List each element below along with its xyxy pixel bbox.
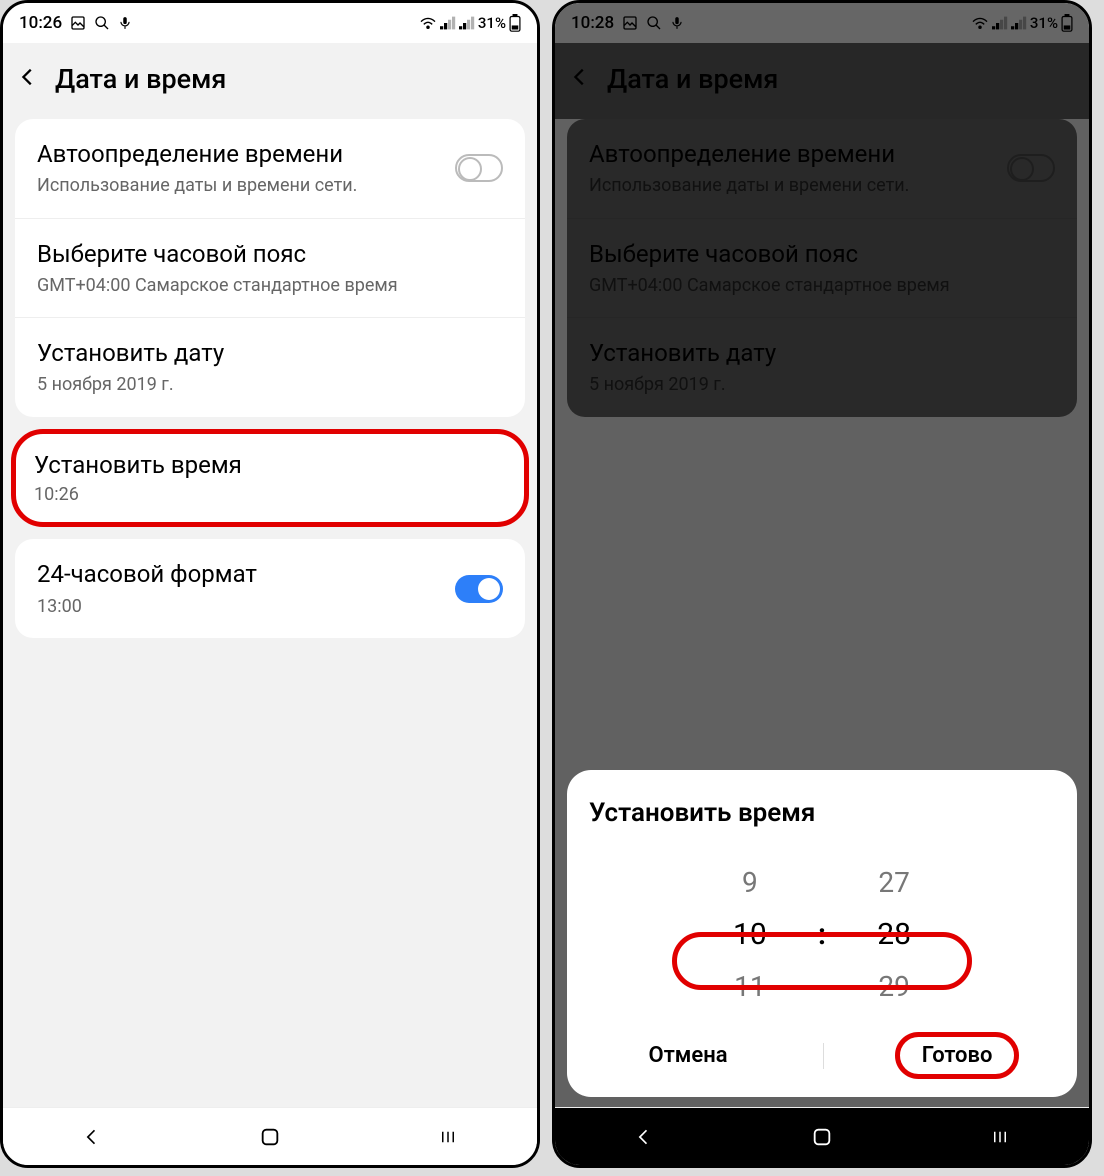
back-icon[interactable] xyxy=(17,66,39,92)
nav-back[interactable] xyxy=(72,1127,112,1147)
phone-left: 10:26 31% Дата и время Автоопределение в… xyxy=(0,0,540,1168)
time-separator: : xyxy=(810,917,834,952)
set-date-row: Установить дату 5 ноября 2019 г. xyxy=(567,318,1077,417)
page-title: Дата и время xyxy=(607,63,778,95)
minute-column[interactable]: 27 28 29 xyxy=(834,856,954,1012)
status-time: 10:26 xyxy=(19,13,62,33)
battery-percent: 31% xyxy=(478,14,506,32)
settings-card-2: 24-часовой формат 13:00 xyxy=(15,539,525,638)
timezone-title: Выберите часовой пояс xyxy=(589,239,1055,270)
format-toggle[interactable] xyxy=(455,575,503,603)
nav-recent[interactable] xyxy=(428,1128,468,1146)
minute-prev: 27 xyxy=(878,856,909,908)
hour-prev: 9 xyxy=(742,856,758,908)
nav-back[interactable] xyxy=(624,1127,664,1147)
set-date-title: Установить дату xyxy=(589,338,1055,369)
battery-icon xyxy=(1061,14,1073,32)
phone-right: 10:28 31% Дата и время Автоопределение в… xyxy=(552,0,1092,1168)
back-icon[interactable] xyxy=(569,66,591,92)
voice-icon xyxy=(670,15,684,31)
search-icon xyxy=(94,15,110,31)
set-date-row[interactable]: Установить дату 5 ноября 2019 г. xyxy=(15,318,525,417)
timezone-title: Выберите часовой пояс xyxy=(37,239,503,270)
done-button[interactable]: Готово xyxy=(895,1032,1020,1079)
settings-card-1: Автоопределение времени Использование да… xyxy=(15,119,525,417)
time-picker[interactable]: 9 10 11 : 27 28 29 xyxy=(589,856,1055,1012)
search-icon xyxy=(646,15,662,31)
header: Дата и время xyxy=(555,43,1089,119)
status-time: 10:28 xyxy=(571,13,614,33)
battery-percent: 31% xyxy=(1030,14,1058,32)
set-time-title: Установить время xyxy=(34,450,506,481)
page-title: Дата и время xyxy=(55,63,226,95)
auto-time-toggle xyxy=(1007,154,1055,182)
set-time-sub: 10:26 xyxy=(34,483,506,506)
auto-time-row: Автоопределение времени Использование да… xyxy=(567,119,1077,219)
format-sub: 13:00 xyxy=(37,595,455,618)
set-date-title: Установить дату xyxy=(37,338,503,369)
nav-home[interactable] xyxy=(250,1126,290,1148)
status-bar: 10:28 31% xyxy=(555,3,1089,43)
auto-time-title: Автоопределение времени xyxy=(37,139,455,170)
signal-icon-2 xyxy=(1011,16,1027,30)
hour-next: 11 xyxy=(734,960,765,1012)
modal-title: Установить время xyxy=(589,798,1055,828)
hour-column[interactable]: 9 10 11 xyxy=(690,856,810,1012)
timezone-sub: GMT+04:00 Самарское стандартное время xyxy=(589,274,1055,297)
signal-icon-1 xyxy=(992,16,1008,30)
nav-bar xyxy=(555,1107,1089,1165)
gallery-icon xyxy=(622,15,638,31)
cancel-button[interactable]: Отмена xyxy=(625,1033,752,1078)
timezone-row[interactable]: Выберите часовой пояс GMT+04:00 Самарско… xyxy=(15,219,525,319)
voice-icon xyxy=(118,15,132,31)
wifi-icon xyxy=(971,16,989,30)
signal-icon-2 xyxy=(459,16,475,30)
set-date-sub: 5 ноября 2019 г. xyxy=(37,373,503,396)
settings-card-1: Автоопределение времени Использование да… xyxy=(567,119,1077,417)
auto-time-sub: Использование даты и времени сети. xyxy=(37,174,455,197)
minute-current: 28 xyxy=(877,908,911,960)
nav-recent[interactable] xyxy=(980,1128,1020,1146)
timezone-sub: GMT+04:00 Самарское стандартное время xyxy=(37,274,503,297)
battery-icon xyxy=(509,14,521,32)
status-bar: 10:26 31% xyxy=(3,3,537,43)
action-divider xyxy=(823,1043,824,1069)
timezone-row: Выберите часовой пояс GMT+04:00 Самарско… xyxy=(567,219,1077,319)
header: Дата и время xyxy=(3,43,537,119)
gallery-icon xyxy=(70,15,86,31)
set-time-row[interactable]: Установить время 10:26 xyxy=(11,429,529,528)
auto-time-sub: Использование даты и времени сети. xyxy=(589,174,1007,197)
format-title: 24-часовой формат xyxy=(37,559,455,590)
nav-home[interactable] xyxy=(802,1126,842,1148)
format-row[interactable]: 24-часовой формат 13:00 xyxy=(15,539,525,638)
hour-current: 10 xyxy=(733,908,767,960)
nav-bar xyxy=(3,1107,537,1165)
signal-icon-1 xyxy=(440,16,456,30)
auto-time-row[interactable]: Автоопределение времени Использование да… xyxy=(15,119,525,219)
wifi-icon xyxy=(419,16,437,30)
auto-time-title: Автоопределение времени xyxy=(589,139,1007,170)
minute-next: 29 xyxy=(878,960,909,1012)
time-picker-modal: Установить время 9 10 11 : 27 28 29 Отме… xyxy=(567,770,1077,1097)
set-date-sub: 5 ноября 2019 г. xyxy=(589,373,1055,396)
auto-time-toggle[interactable] xyxy=(455,154,503,182)
